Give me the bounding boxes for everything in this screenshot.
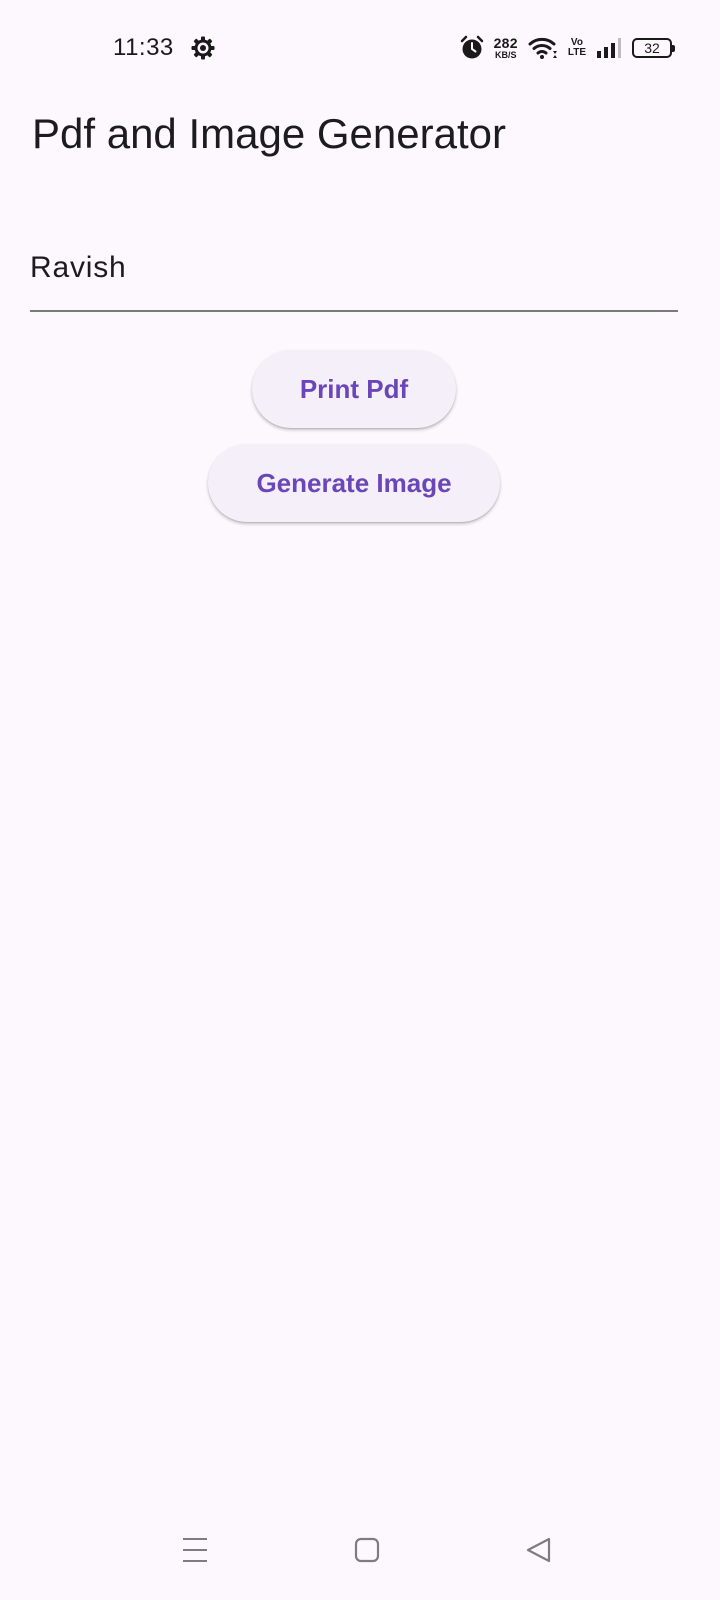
wifi-icon xyxy=(528,36,558,60)
menu-icon xyxy=(181,1536,209,1569)
battery-level: 32 xyxy=(644,40,660,56)
status-bar: 11:33 282 KB/S Vo LTE 32 xyxy=(0,0,720,96)
print-pdf-button[interactable]: Print Pdf xyxy=(252,350,456,428)
settings-gear-icon xyxy=(190,35,216,61)
status-time: 11:33 xyxy=(113,34,174,61)
alarm-icon xyxy=(460,35,484,61)
navigation-bar xyxy=(0,1500,720,1600)
volte-bottom: LTE xyxy=(567,47,586,58)
network-speed-value: 282 xyxy=(493,35,518,51)
name-field[interactable] xyxy=(30,234,678,312)
battery-icon: 32 xyxy=(632,38,675,58)
page-title: Pdf and Image Generator xyxy=(32,110,506,157)
back-icon xyxy=(525,1536,553,1569)
network-speed: 282 KB/S xyxy=(494,36,518,60)
signal-icon xyxy=(596,37,622,59)
status-icons: 282 KB/S Vo LTE 32 xyxy=(460,34,675,62)
volte-indicator: Vo LTE xyxy=(568,38,586,58)
network-speed-unit: KB/S xyxy=(494,50,517,60)
generate-image-button[interactable]: Generate Image xyxy=(208,444,500,522)
nav-menu-button[interactable] xyxy=(167,1524,223,1580)
nav-back-button[interactable] xyxy=(511,1524,567,1580)
nav-home-button[interactable] xyxy=(339,1524,395,1580)
name-input[interactable] xyxy=(30,244,678,292)
home-icon xyxy=(353,1536,381,1569)
